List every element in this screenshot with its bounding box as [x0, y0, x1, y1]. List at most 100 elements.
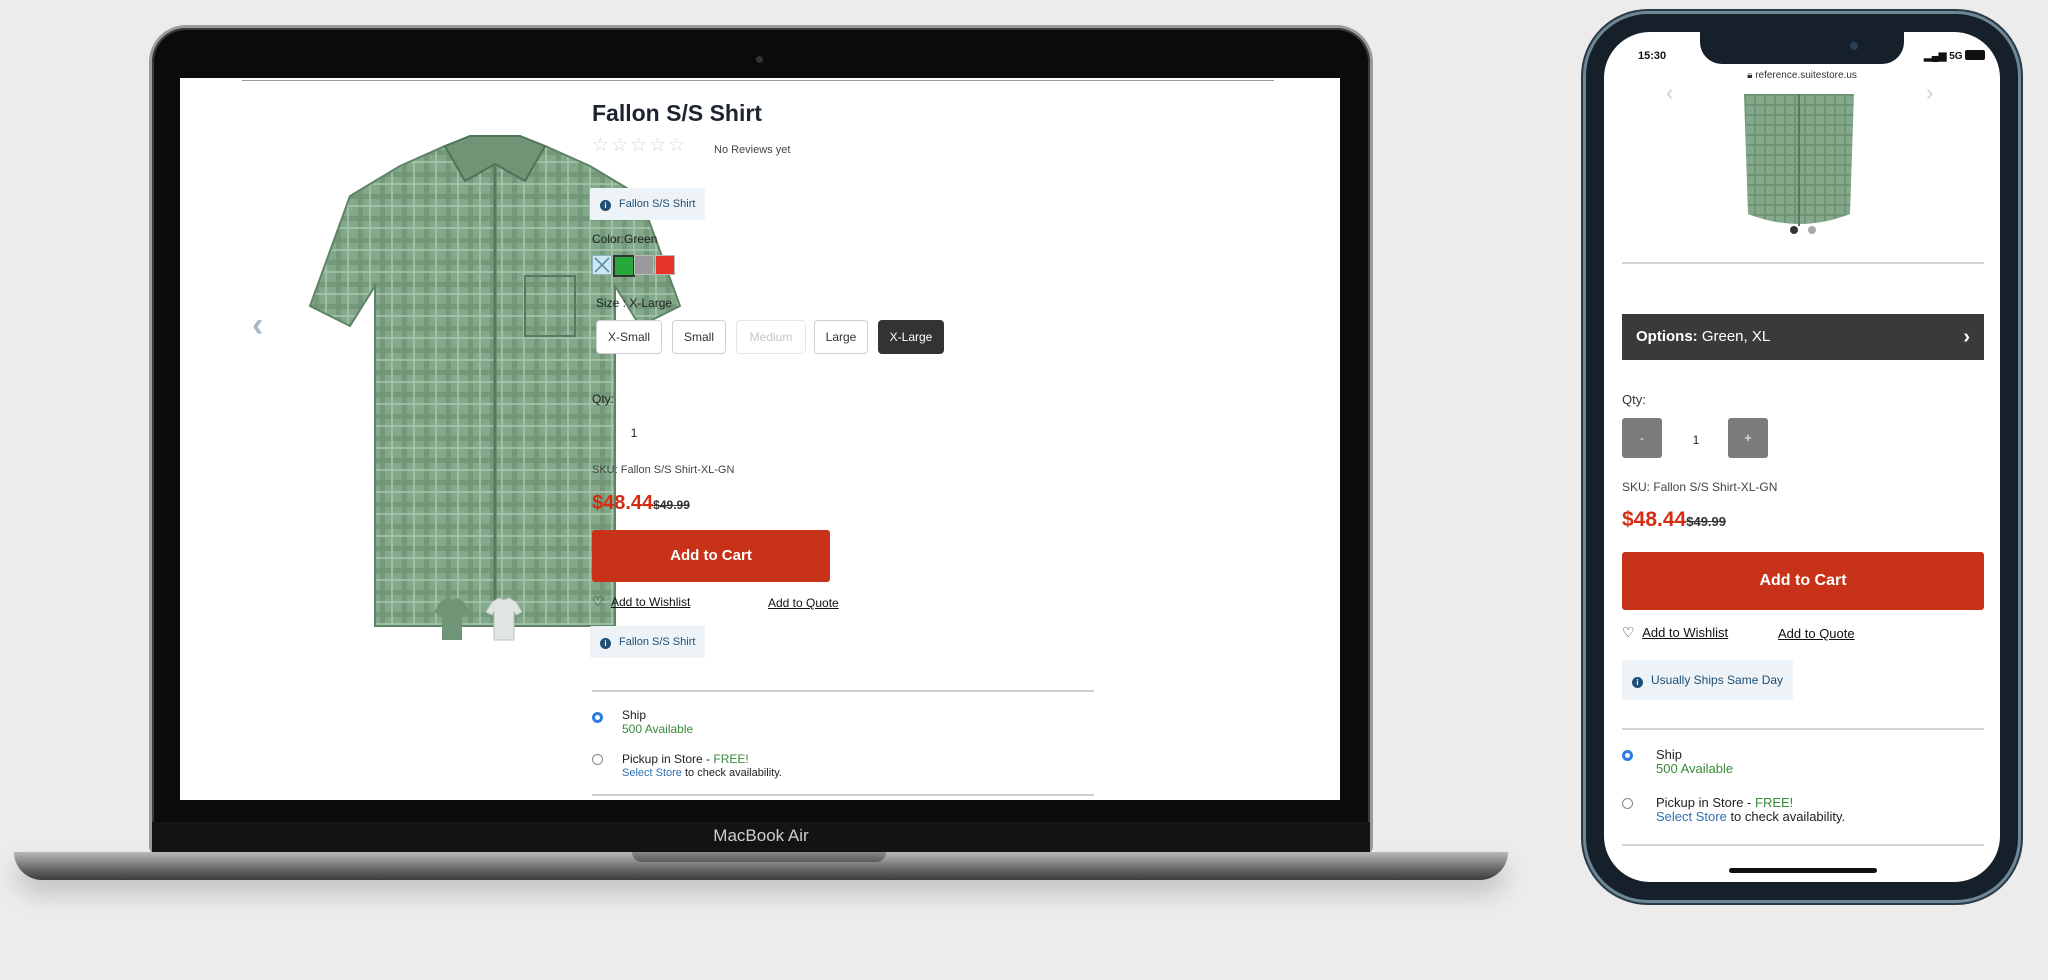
thumbnail-green[interactable]	[430, 594, 474, 642]
heart-icon: ♡	[1622, 624, 1635, 640]
select-store-link[interactable]: Select Store	[1656, 809, 1727, 824]
ship-radio[interactable]	[592, 712, 603, 723]
pickup-option: Pickup in Store - FREE! Select Store to …	[622, 752, 782, 780]
wishlist-link-row[interactable]: ♡ Add to Wishlist	[592, 594, 690, 610]
ship-availability: 500 Available	[622, 722, 694, 736]
color-label: Color:Green	[592, 232, 658, 246]
laptop-screen: ‹ › Fallon S/S Shirt ☆☆☆☆☆ No Reviews ye…	[180, 78, 1340, 800]
info-icon: i	[1632, 677, 1643, 688]
image-prev-arrow[interactable]: ‹	[1666, 80, 1673, 106]
product-title: Fallon S/S Shirt	[592, 100, 762, 126]
ship-availability: 500 Available	[1656, 761, 1734, 776]
qty-label: Qty:	[592, 392, 615, 406]
sku-text: SKU: Fallon S/S Shirt-XL-GN	[592, 464, 735, 476]
ships-same-day-text: Usually Ships Same Day	[1651, 673, 1784, 687]
thumbnail-white[interactable]	[482, 594, 526, 642]
heart-icon: ♡	[592, 594, 604, 609]
fulfillment-divider	[1622, 728, 1984, 730]
url-bar[interactable]: 🔒︎ reference.suitestore.us	[1604, 70, 2000, 81]
swatch-green[interactable]	[613, 255, 635, 277]
chevron-right-icon: ›	[1963, 326, 1970, 348]
ship-label: Ship	[622, 708, 647, 722]
pickup-label: Pickup in Store -	[1656, 795, 1755, 810]
laptop-brand-label: MacBook Air	[713, 826, 809, 845]
url-text: reference.suitestore.us	[1755, 70, 1857, 81]
size-large-button[interactable]: Large	[814, 320, 868, 354]
wishlist-link-row[interactable]: ♡ Add to Wishlist	[1622, 624, 1728, 641]
status-indicators: ▂▄▆ 5G	[1924, 50, 1986, 62]
swatch-red[interactable]	[655, 255, 675, 275]
add-to-cart-button[interactable]: Add to Cart	[592, 530, 830, 582]
qty-input[interactable]: 1	[1666, 418, 1726, 458]
price-current: $48.44	[1622, 508, 1687, 531]
select-store-link[interactable]: Select Store	[622, 767, 682, 779]
price-block: $48.44$49.99	[1622, 508, 1726, 532]
add-to-quote-link[interactable]: Add to Quote	[1778, 626, 1855, 641]
pickup-radio[interactable]	[1622, 798, 1633, 809]
check-availability-text: to check availability.	[1726, 809, 1846, 824]
pickup-radio[interactable]	[592, 754, 603, 765]
image-next-arrow[interactable]: ›	[1926, 80, 1933, 106]
info-icon: i	[600, 200, 611, 211]
bottom-divider	[1622, 844, 1984, 846]
add-to-wishlist-link[interactable]: Add to Wishlist	[1642, 625, 1728, 640]
pickup-label: Pickup in Store -	[622, 752, 714, 766]
qty-minus-button[interactable]: -	[1622, 418, 1662, 458]
phone-power-button	[2018, 222, 2022, 310]
add-to-quote-link[interactable]: Add to Quote	[768, 596, 839, 610]
info-icon: i	[600, 638, 611, 649]
size-medium-button[interactable]: Medium	[736, 320, 806, 354]
options-selector[interactable]: Options: Green, XL ›	[1622, 314, 1984, 360]
laptop-hinge-notch	[632, 852, 886, 862]
ship-label: Ship	[1656, 747, 1683, 762]
add-to-cart-button[interactable]: Add to Cart	[1622, 552, 1984, 610]
ship-radio[interactable]	[1622, 750, 1633, 761]
size-label: Size : X-Large	[596, 296, 673, 310]
swatch-light-blue[interactable]	[592, 255, 612, 275]
price-old: $49.99	[653, 498, 690, 512]
info-badge-secondary: i Fallon S/S Shirt	[590, 626, 706, 658]
phone-notch	[1700, 32, 1904, 64]
carousel-dot-active[interactable]	[1790, 226, 1798, 234]
divider	[1622, 262, 1984, 264]
options-value: Green, XL	[1701, 328, 1771, 345]
ships-same-day-badge: i Usually Ships Same Day	[1622, 660, 1794, 700]
status-time: 15:30	[1638, 50, 1667, 62]
unavailable-cross-icon	[594, 257, 610, 273]
image-prev-arrow[interactable]: ‹	[252, 306, 263, 345]
ship-option: Ship 500 Available	[622, 708, 693, 736]
pickup-free: FREE!	[713, 752, 749, 766]
price-current: $48.44	[592, 492, 654, 514]
size-xlarge-button[interactable]: X-Large	[878, 320, 944, 354]
product-image[interactable]	[1734, 94, 1864, 234]
swatch-gray[interactable]	[634, 255, 654, 275]
size-xsmall-button[interactable]: X-Small	[596, 320, 662, 354]
fulfillment-divider	[592, 690, 1094, 692]
laptop-camera	[756, 56, 763, 63]
front-camera	[1850, 42, 1858, 50]
carousel-dot[interactable]	[1808, 226, 1816, 234]
size-small-button[interactable]: Small	[672, 320, 726, 354]
check-availability-text: to check availability.	[681, 767, 782, 779]
ship-option: Ship 500 Available	[1656, 748, 1733, 776]
pickup-option: Pickup in Store - FREE! Select Store to …	[1656, 796, 1845, 824]
add-to-wishlist-link[interactable]: Add to Wishlist	[611, 595, 690, 609]
battery-icon	[1965, 50, 1986, 60]
price-block: $48.44$49.99	[592, 492, 690, 515]
qty-plus-button[interactable]: +	[1728, 418, 1768, 458]
lock-icon: 🔒︎	[1747, 70, 1753, 81]
top-divider	[242, 80, 1274, 81]
info-badge-text: Fallon S/S Shirt	[619, 198, 696, 210]
signal-icon: ▂▄▆	[1924, 51, 1947, 62]
info-badge-secondary-text: Fallon S/S Shirt	[619, 636, 696, 648]
rating-stars[interactable]: ☆☆☆☆☆	[592, 134, 687, 157]
price-old: $49.99	[1686, 514, 1726, 529]
bottom-divider	[592, 794, 1094, 796]
qty-label: Qty:	[1622, 392, 1646, 407]
options-label: Options:	[1636, 328, 1698, 345]
home-indicator[interactable]	[1729, 868, 1877, 873]
phone-screen: 15:30 ▂▄▆ 5G 🔒︎ reference.suitestore.us …	[1604, 32, 2000, 882]
qty-input[interactable]: 1	[622, 426, 646, 440]
network-type: 5G	[1949, 51, 1963, 62]
info-badge: i Fallon S/S Shirt	[590, 188, 706, 220]
